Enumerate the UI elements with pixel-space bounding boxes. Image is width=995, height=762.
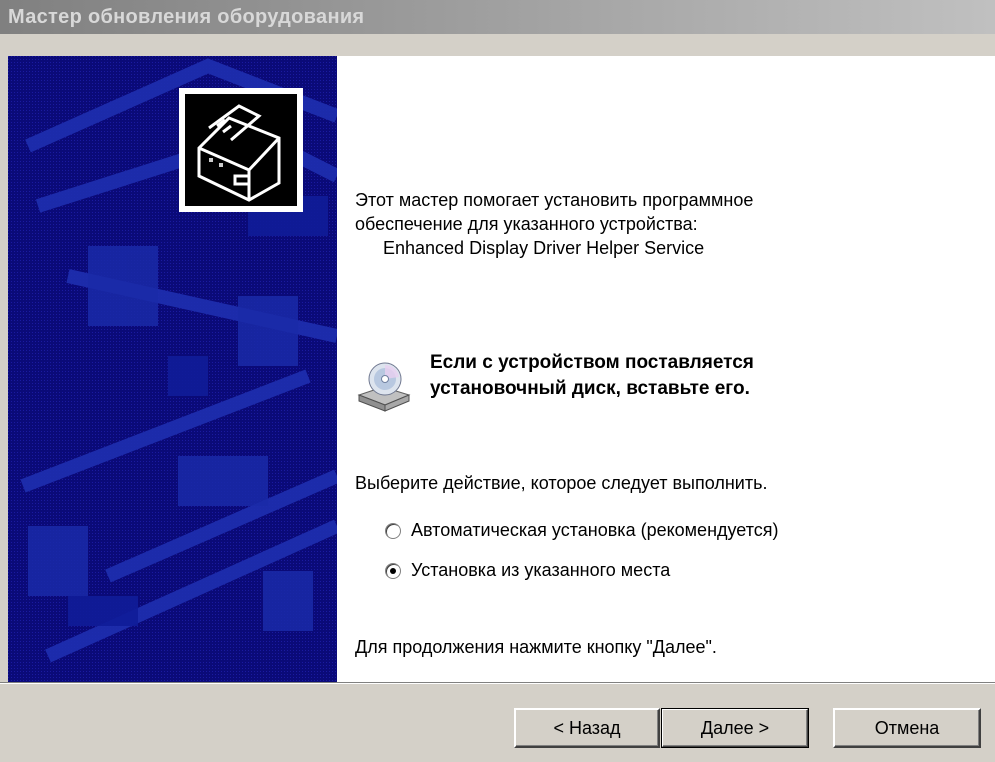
radio-install-from-location-label[interactable]: Установка из указанного места	[411, 560, 670, 581]
cancel-button[interactable]: Отмена	[833, 708, 981, 748]
next-button[interactable]: Далее >	[661, 708, 809, 748]
hardware-wizard-icon	[179, 88, 303, 212]
disk-msg-line2: установочный диск, вставьте его.	[430, 378, 750, 399]
radio-auto-install-label[interactable]: Автоматическая установка (рекомендуется)	[411, 520, 779, 541]
choose-action-label: Выберите действие, которое следует выпол…	[355, 473, 768, 493]
disk-msg-line1: Если с устройством поставляется	[430, 352, 754, 373]
radio-install-from-location[interactable]: Установка из указанного места	[385, 560, 670, 581]
cd-drive-icon	[355, 361, 411, 413]
radio-auto-install[interactable]: Автоматическая установка (рекомендуется)	[385, 520, 779, 541]
continue-hint: Для продолжения нажмите кнопку "Далее".	[355, 637, 717, 657]
intro-text: Этот мастер помогает установить программ…	[355, 188, 955, 260]
radio-button-selected[interactable]	[385, 562, 401, 579]
radio-button-unselected[interactable]	[385, 522, 401, 539]
device-name: Enhanced Display Driver Helper Service	[383, 238, 705, 258]
back-button[interactable]: < Назад	[514, 708, 660, 748]
insert-disk-message: Если с устройством поставляется установо…	[430, 350, 970, 402]
button-separator	[0, 682, 995, 684]
intro-line2: обеспечение для указанного устройства:	[355, 214, 698, 234]
window-title: Мастер обновления оборудования	[0, 0, 995, 34]
wizard-side-panel	[8, 56, 337, 682]
intro-line1: Этот мастер помогает установить программ…	[355, 190, 754, 210]
